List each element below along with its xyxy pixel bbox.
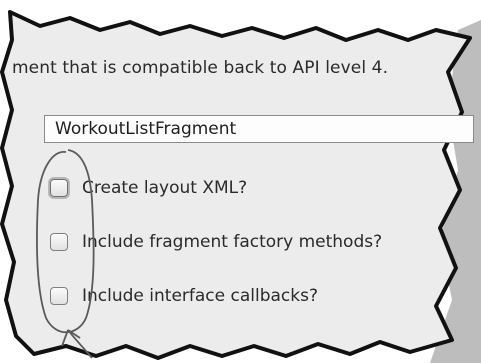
include-interface-callbacks-checkbox[interactable] — [50, 287, 68, 305]
create-layout-xml-checkbox[interactable] — [50, 179, 68, 197]
include-interface-callbacks-option[interactable]: Include interface callbacks? — [50, 284, 318, 308]
include-factory-methods-checkbox[interactable] — [50, 233, 68, 251]
dialog-description: ment that is compatible back to API leve… — [12, 58, 389, 78]
new-fragment-dialog: ment that is compatible back to API leve… — [0, 0, 481, 363]
torn-paper-screenshot: ment that is compatible back to API leve… — [0, 0, 481, 363]
create-layout-xml-label: Create layout XML? — [82, 178, 248, 198]
include-interface-callbacks-label: Include interface callbacks? — [82, 286, 318, 306]
create-layout-xml-option[interactable]: Create layout XML? — [50, 176, 247, 200]
fragment-name-input[interactable] — [44, 115, 474, 143]
include-factory-methods-label: Include fragment factory methods? — [82, 232, 383, 252]
include-factory-methods-option[interactable]: Include fragment factory methods? — [50, 230, 382, 254]
